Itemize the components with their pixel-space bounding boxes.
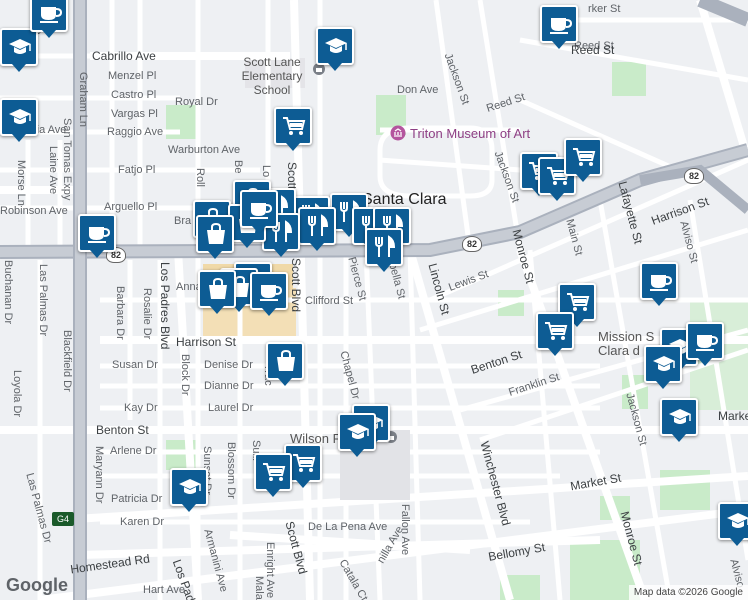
place-label-city: Santa Clara (362, 191, 447, 208)
poi-pin-cart[interactable] (564, 138, 602, 182)
street-label-susan: Susan Dr (112, 359, 158, 371)
poi-pin-cutlery[interactable] (365, 228, 403, 272)
street-label-benton-left: Benton St (96, 423, 149, 437)
street-label-los-padres: Los Padres Blvd (158, 262, 172, 350)
street-label-roll: Roll (194, 168, 206, 187)
street-label-karen: Karen Dr (120, 516, 165, 528)
poi-pin-cap[interactable] (0, 28, 38, 72)
map-view[interactable]: Hood Cabrillo Ave Menzel Pl Castro Pl Va… (0, 0, 748, 600)
street-label-parker: rker St (588, 3, 621, 15)
poi-pin-cup[interactable] (250, 272, 288, 316)
route-82-shield-center: 82 (462, 236, 482, 252)
street-label-blossom: Blossom Dr (225, 442, 237, 499)
poi-pin-cart[interactable] (254, 453, 292, 497)
place-label-school: Scott Lane Elementary School (234, 55, 310, 97)
street-label-enright: Enright Ave (264, 542, 276, 599)
poi-pin-bag[interactable] (266, 342, 304, 386)
street-label-laurel: Laurel Dr (208, 402, 254, 414)
street-label-fatjo: Fatjo Pl (118, 164, 156, 176)
route-82-shield-right: 82 (684, 168, 704, 184)
street-label-barbara: Barbara Dr (114, 286, 126, 340)
poi-pin-cap[interactable] (316, 27, 354, 71)
street-label-rosalie: Rosalie Dr (141, 288, 153, 340)
poi-pin-cap[interactable] (718, 502, 748, 546)
street-label-clifford: Clifford St (305, 295, 354, 307)
poi-pin-bag[interactable] (198, 270, 236, 314)
street-label-royal: Royal Dr (175, 96, 218, 108)
poi-pin-cap[interactable] (338, 413, 376, 457)
street-label-dianne: Dianne Dr (204, 380, 254, 392)
street-label-don: Don Ave (397, 84, 439, 96)
poi-pin-cap[interactable] (644, 345, 682, 389)
street-label-menzel: Menzel Pl (108, 70, 157, 82)
street-label-scott: Scott Blvd (289, 258, 303, 313)
street-label-block: Block Dr (179, 354, 191, 396)
street-label-de-la-pena: De La Pena Ave (308, 521, 388, 533)
street-label-harrison: Harrison St (176, 335, 237, 349)
street-label-malaga: Mala (253, 576, 265, 600)
street-label-morse: Morse Ln (15, 160, 27, 206)
poi-pin-cutlery[interactable] (298, 207, 336, 251)
street-label-kay: Kay Dr (124, 402, 158, 414)
street-label-blackfield: Blackfield Dr (61, 330, 73, 392)
poi-pin-cap[interactable] (170, 468, 208, 512)
poi-pin-cup[interactable] (30, 0, 68, 38)
street-label-vargas: Vargas Pl (111, 108, 158, 120)
street-label-robinson: Robinson Ave (0, 205, 68, 217)
poi-pin-cart[interactable] (274, 107, 312, 151)
street-label-arguello: Arguello Pl (104, 201, 158, 213)
street-label-las-palmas: Las Palmas Dr (37, 264, 49, 337)
street-label-arlene: Arlene Dr (110, 445, 157, 457)
google-logo: Google (6, 575, 68, 595)
museum-icon (390, 125, 406, 141)
street-label-loyola: Loyola Dr (11, 370, 23, 418)
place-label-school-text: Scott Lane Elementary School (241, 55, 303, 97)
poi-pin-cup[interactable] (540, 5, 578, 49)
poi-pin-cup[interactable] (640, 262, 678, 306)
street-label-cabrillo: Cabrillo Ave (92, 49, 156, 63)
poi-pin-cup[interactable] (686, 322, 724, 366)
street-label-buchanan: Buchanan Dr (2, 260, 14, 325)
street-label-raggio: Raggio Ave (107, 126, 164, 138)
street-label-bra: Bra (174, 215, 192, 227)
street-label-market-right: Marke (718, 409, 748, 423)
street-label-scott-top: Scott (285, 162, 299, 190)
poi-pin-cup[interactable] (240, 190, 278, 234)
street-label-warburton: Warburton Ave (168, 144, 241, 156)
street-label-denise: Denise Dr (204, 359, 253, 371)
place-label-museum: Triton Museum of Art (410, 126, 531, 141)
street-label-reed-main: Reed St (571, 43, 615, 57)
street-label-castro: Castro Pl (111, 89, 157, 101)
poi-pin-cart[interactable] (536, 312, 574, 356)
street-label-laine: Laine Ave (47, 146, 59, 195)
street-label-marvann: Maryann Dr (93, 446, 105, 504)
poi-pin-cap[interactable] (0, 98, 38, 142)
street-label-san-tomas: San Tomas Expy (61, 118, 73, 201)
street-label-patricia: Patricia Dr (111, 493, 163, 505)
street-label-lo: Lo (260, 165, 272, 178)
street-label-be: Be (232, 160, 244, 174)
map-attribution[interactable]: Map data ©2026 Google (628, 585, 748, 600)
poi-pin-cup[interactable] (78, 214, 116, 258)
street-label-graham: Graham Ln (77, 72, 89, 128)
poi-pin-cap[interactable] (660, 398, 698, 442)
route-g4-marker: G4 (52, 512, 74, 526)
poi-pin-bag[interactable] (196, 215, 234, 259)
